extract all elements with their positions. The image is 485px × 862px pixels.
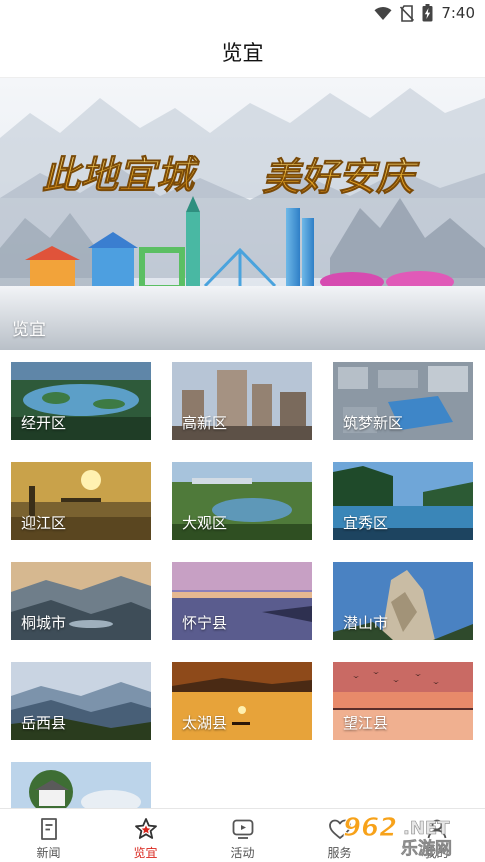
region-tile[interactable]: 高新区 [172, 362, 312, 440]
status-icons: 7:40 [374, 4, 475, 22]
region-label: 桐城市 [21, 614, 67, 632]
region-label: 宜秀区 [343, 514, 389, 532]
news-icon [40, 818, 57, 840]
region-label: 潜山市 [343, 614, 389, 632]
status-time: 7:40 [441, 4, 475, 22]
watermark-suffix: .NET [403, 818, 450, 839]
region-label: 岳西县 [21, 714, 67, 732]
status-bar: 7:40 [0, 0, 485, 26]
region-label: 经开区 [21, 414, 67, 432]
region-label: 高新区 [182, 414, 228, 432]
region-tile[interactable]: 宜秀区 [333, 462, 473, 540]
region-tile[interactable]: 迎江区 [11, 462, 151, 540]
region-tile[interactable]: 筑梦新区 [333, 362, 473, 440]
star-icon [134, 818, 157, 839]
app-header: 览宜 [0, 26, 485, 78]
region-tile[interactable]: 大观区 [172, 462, 312, 540]
tab-label: 览宜 [133, 846, 158, 860]
region-tile[interactable]: 岳西县 [11, 662, 151, 740]
region-label: 望江县 [343, 714, 389, 732]
region-photo [11, 762, 151, 810]
tab-label: 活动 [230, 846, 255, 860]
region-tile[interactable]: 望江县 [333, 662, 473, 740]
region-label: 太湖县 [182, 714, 228, 732]
region-tile[interactable] [11, 762, 151, 810]
region-grid: 经开区 高新区 筑梦新区 迎江区 大观区 宜秀区 桐城市 怀宁县 潜山市 岳西县… [0, 350, 485, 810]
region-label: 筑梦新区 [343, 414, 404, 432]
tab-label: 新闻 [36, 846, 61, 860]
banner[interactable]: 此地宜城 美好安庆 览宜 [0, 78, 485, 350]
region-tile[interactable]: 经开区 [11, 362, 151, 440]
banner-caption: 览宜 [12, 320, 46, 340]
region-tile[interactable]: 太湖县 [172, 662, 312, 740]
no-sim-icon [400, 4, 415, 22]
battery-charging-icon [422, 4, 433, 22]
tab-activities[interactable]: 活动 [194, 809, 291, 862]
banner-slogan-left: 此地宜城 [42, 152, 200, 197]
region-label: 怀宁县 [182, 614, 228, 632]
region-label: 迎江区 [21, 514, 67, 532]
banner-slogan-right: 美好安庆 [262, 154, 420, 199]
tab-lanyi[interactable]: 览宜 [97, 809, 194, 862]
watermark-sub: 乐游网 [401, 838, 452, 858]
page-title: 览宜 [221, 40, 264, 65]
region-tile[interactable]: 潜山市 [333, 562, 473, 640]
tv-icon [232, 819, 253, 839]
region-tile[interactable]: 桐城市 [11, 562, 151, 640]
banner-image: 此地宜城 美好安庆 [0, 78, 485, 350]
tab-news[interactable]: 新闻 [0, 809, 97, 862]
watermark-number: 962 [343, 813, 397, 843]
watermark-logo: 962 .NET 乐游网 [343, 813, 453, 859]
region-label: 大观区 [182, 514, 228, 532]
region-tile[interactable]: 怀宁县 [172, 562, 312, 640]
wifi-icon [374, 6, 392, 20]
